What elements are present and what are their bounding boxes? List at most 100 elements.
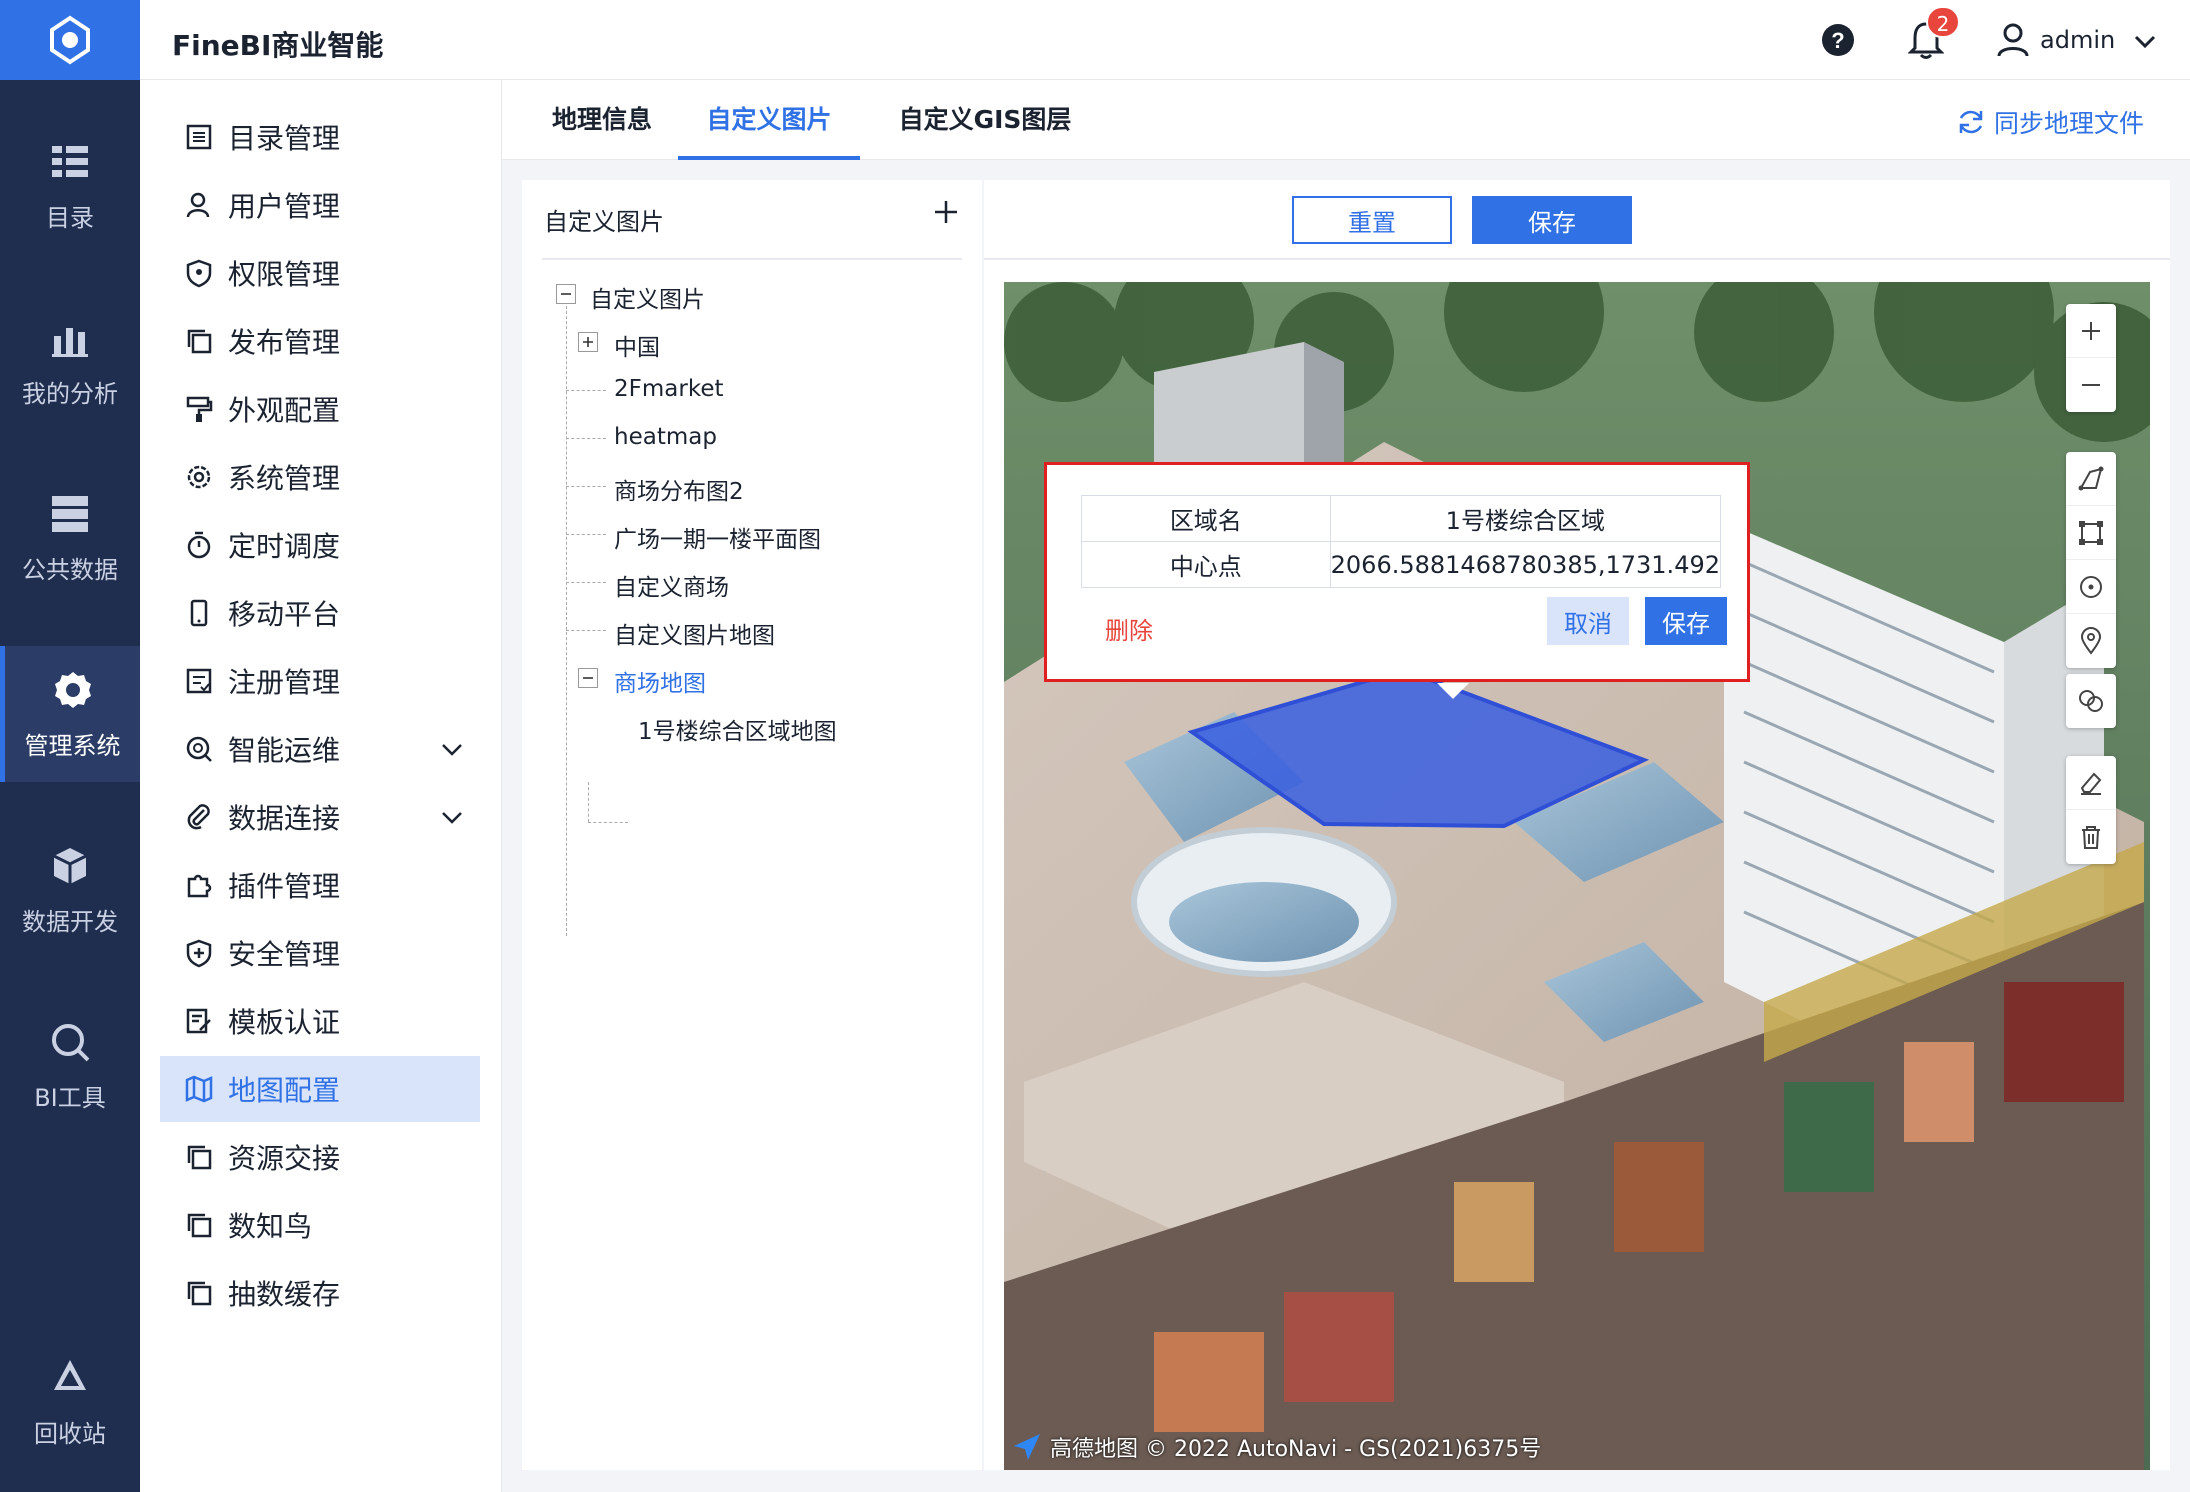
leftbar-item-recycle[interactable]: 回收站: [0, 1334, 140, 1470]
delete-region-button[interactable]: 删除: [1105, 611, 1153, 646]
sidenav-item-extract-cache[interactable]: 抽数缓存: [160, 1260, 480, 1326]
puzzle-icon: [187, 874, 212, 898]
leftbar-label: 回收站: [34, 1419, 106, 1448]
sidenav-item-schedule[interactable]: 定时调度: [160, 512, 480, 578]
save-button[interactable]: 保存: [1472, 196, 1632, 244]
table-row: 区域名 1号楼综合区域: [1081, 495, 1722, 542]
catalog-icon: [52, 145, 88, 177]
sidenav-label: 发布管理: [228, 326, 341, 359]
tree-node-selected[interactable]: 商场地图: [614, 664, 706, 698]
sidenav-item-permission[interactable]: 权限管理: [160, 240, 480, 306]
tree-guide-line: [566, 390, 606, 391]
tree-node[interactable]: 自定义商场: [614, 568, 729, 602]
help-icon[interactable]: ?: [1820, 22, 1856, 58]
sidenav-label: 定时调度: [228, 530, 341, 563]
tree-node[interactable]: 商场分布图2: [614, 472, 744, 506]
sidenav-item-publish[interactable]: 发布管理: [160, 308, 480, 374]
sidenav-item-resource-handover[interactable]: 资源交接: [160, 1124, 480, 1190]
database-icon: [52, 495, 88, 532]
tree-node[interactable]: heatmap: [614, 424, 717, 450]
tab-geo-info[interactable]: 地理信息: [542, 80, 662, 160]
sidenav-label: 插件管理: [228, 870, 341, 903]
sidenav-item-map-config[interactable]: 地图配置: [160, 1056, 480, 1122]
leftbar-item-catalog[interactable]: 目录: [0, 118, 140, 254]
user-icon: [186, 192, 210, 218]
leftbar-item-management[interactable]: 管理系统: [0, 646, 140, 782]
tree-node[interactable]: 中国: [614, 328, 660, 362]
user-icon[interactable]: [1996, 22, 2030, 58]
leftbar-item-public-data[interactable]: 公共数据: [0, 470, 140, 606]
shield-icon: [186, 259, 212, 288]
leftbar-item-analysis[interactable]: 我的分析: [0, 294, 140, 430]
tree-node[interactable]: 2Fmarket: [614, 376, 724, 402]
app-logo[interactable]: [0, 0, 140, 80]
sidenav-item-user-mgmt[interactable]: 用户管理: [160, 172, 480, 238]
overlap-button[interactable]: [2066, 674, 2116, 728]
sidenav-item-mobile[interactable]: 移动平台: [160, 580, 480, 646]
overlap-circles-icon: [2079, 690, 2103, 712]
sidenav-item-security[interactable]: 安全管理: [160, 920, 480, 986]
tree-node[interactable]: 自定义图片地图: [614, 616, 775, 650]
popup-pointer: [1437, 683, 1469, 699]
tree-node-root[interactable]: 自定义图片: [590, 280, 705, 314]
leftbar-item-data-dev[interactable]: 数据开发: [0, 822, 140, 958]
tree-expand-toggle[interactable]: [578, 332, 598, 352]
location-pin-icon: [2080, 627, 2102, 655]
sidenav-item-data-connection[interactable]: 数据连接: [160, 784, 480, 850]
cube-icon: [53, 847, 87, 884]
reset-button[interactable]: 重置: [1292, 196, 1452, 244]
tree-guide-line: [566, 630, 606, 631]
sidenav-item-system[interactable]: 系统管理: [160, 444, 480, 510]
paperclip-icon: [187, 804, 210, 830]
sidenav-item-appearance[interactable]: 外观配置: [160, 376, 480, 442]
sidenav-item-ops[interactable]: 智能运维: [160, 716, 480, 782]
zoom-in-button[interactable]: [2066, 304, 2116, 358]
draw-circle-button[interactable]: [2066, 560, 2116, 614]
center-point-value: 2066.5881468780385,1731.492: [1329, 541, 1722, 588]
tree-guide-line: [566, 438, 606, 439]
overlap-tools: [2066, 674, 2116, 728]
list-icon: [186, 124, 212, 150]
tree-node[interactable]: 广场一期一楼平面图: [614, 520, 821, 554]
tree-node-child[interactable]: 1号楼综合区域地图: [638, 712, 837, 746]
draw-tools: [2066, 452, 2116, 668]
cancel-button[interactable]: 取消: [1547, 597, 1629, 645]
sidenav-item-register[interactable]: 注册管理: [160, 648, 480, 714]
leftbar-label: 数据开发: [22, 907, 118, 936]
chevron-down-icon[interactable]: [438, 803, 466, 831]
leftbar-item-bi-tool[interactable]: BI工具: [0, 998, 140, 1134]
map-attribution: 高德地图 © 2022 AutoNavi - GS(2021)6375号: [1010, 1430, 1541, 1464]
edit-tools: [2066, 756, 2116, 864]
sidenav-item-shuzhiniao[interactable]: 数知鸟: [160, 1192, 480, 1258]
chevron-down-icon[interactable]: [2132, 28, 2158, 54]
tab-custom-gis-layer[interactable]: 自定义GIS图层: [880, 80, 1090, 160]
tab-custom-image[interactable]: 自定义图片: [678, 80, 860, 160]
region-info-table: 区域名 1号楼综合区域 中心点 2066.5881468780385,1731.…: [1081, 495, 1722, 588]
draw-rectangle-button[interactable]: [2066, 506, 2116, 560]
sidenav-item-catalog-mgmt[interactable]: 目录管理: [160, 104, 480, 170]
leftbar-label: 目录: [46, 203, 94, 232]
user-name[interactable]: admin: [2040, 26, 2115, 54]
zoom-out-button[interactable]: [2066, 358, 2116, 412]
app-title: FineBI商业智能: [172, 29, 384, 62]
delete-button[interactable]: [2066, 810, 2116, 864]
chevron-down-icon[interactable]: [438, 735, 466, 763]
sidenav-label: 模板认证: [228, 1006, 341, 1039]
tree-collapse-toggle[interactable]: [556, 284, 576, 304]
sync-geo-file-link[interactable]: 同步地理文件: [1956, 104, 2144, 140]
sidenav-item-plugin[interactable]: 插件管理: [160, 852, 480, 918]
ops-icon: [186, 736, 212, 762]
add-icon[interactable]: [930, 196, 962, 228]
settings-gear-icon: [54, 671, 91, 708]
sidenav-item-template-cert[interactable]: 模板认证: [160, 988, 480, 1054]
tab-bar: 地理信息 自定义图片 自定义GIS图层 同步地理文件: [502, 80, 2190, 160]
custom-image-map[interactable]: 区域名 1号楼综合区域 中心点 2066.5881468780385,1731.…: [1004, 282, 2150, 1470]
sidenav-label: 资源交接: [228, 1142, 341, 1175]
sidenav-label: 智能运维: [228, 734, 341, 767]
popup-save-button[interactable]: 保存: [1645, 597, 1727, 645]
draw-point-button[interactable]: [2066, 614, 2116, 668]
edit-button[interactable]: [2066, 756, 2116, 810]
tree-collapse-toggle[interactable]: [578, 668, 598, 688]
draw-polygon-button[interactable]: [2066, 452, 2116, 506]
recycle-icon: [54, 1359, 86, 1390]
